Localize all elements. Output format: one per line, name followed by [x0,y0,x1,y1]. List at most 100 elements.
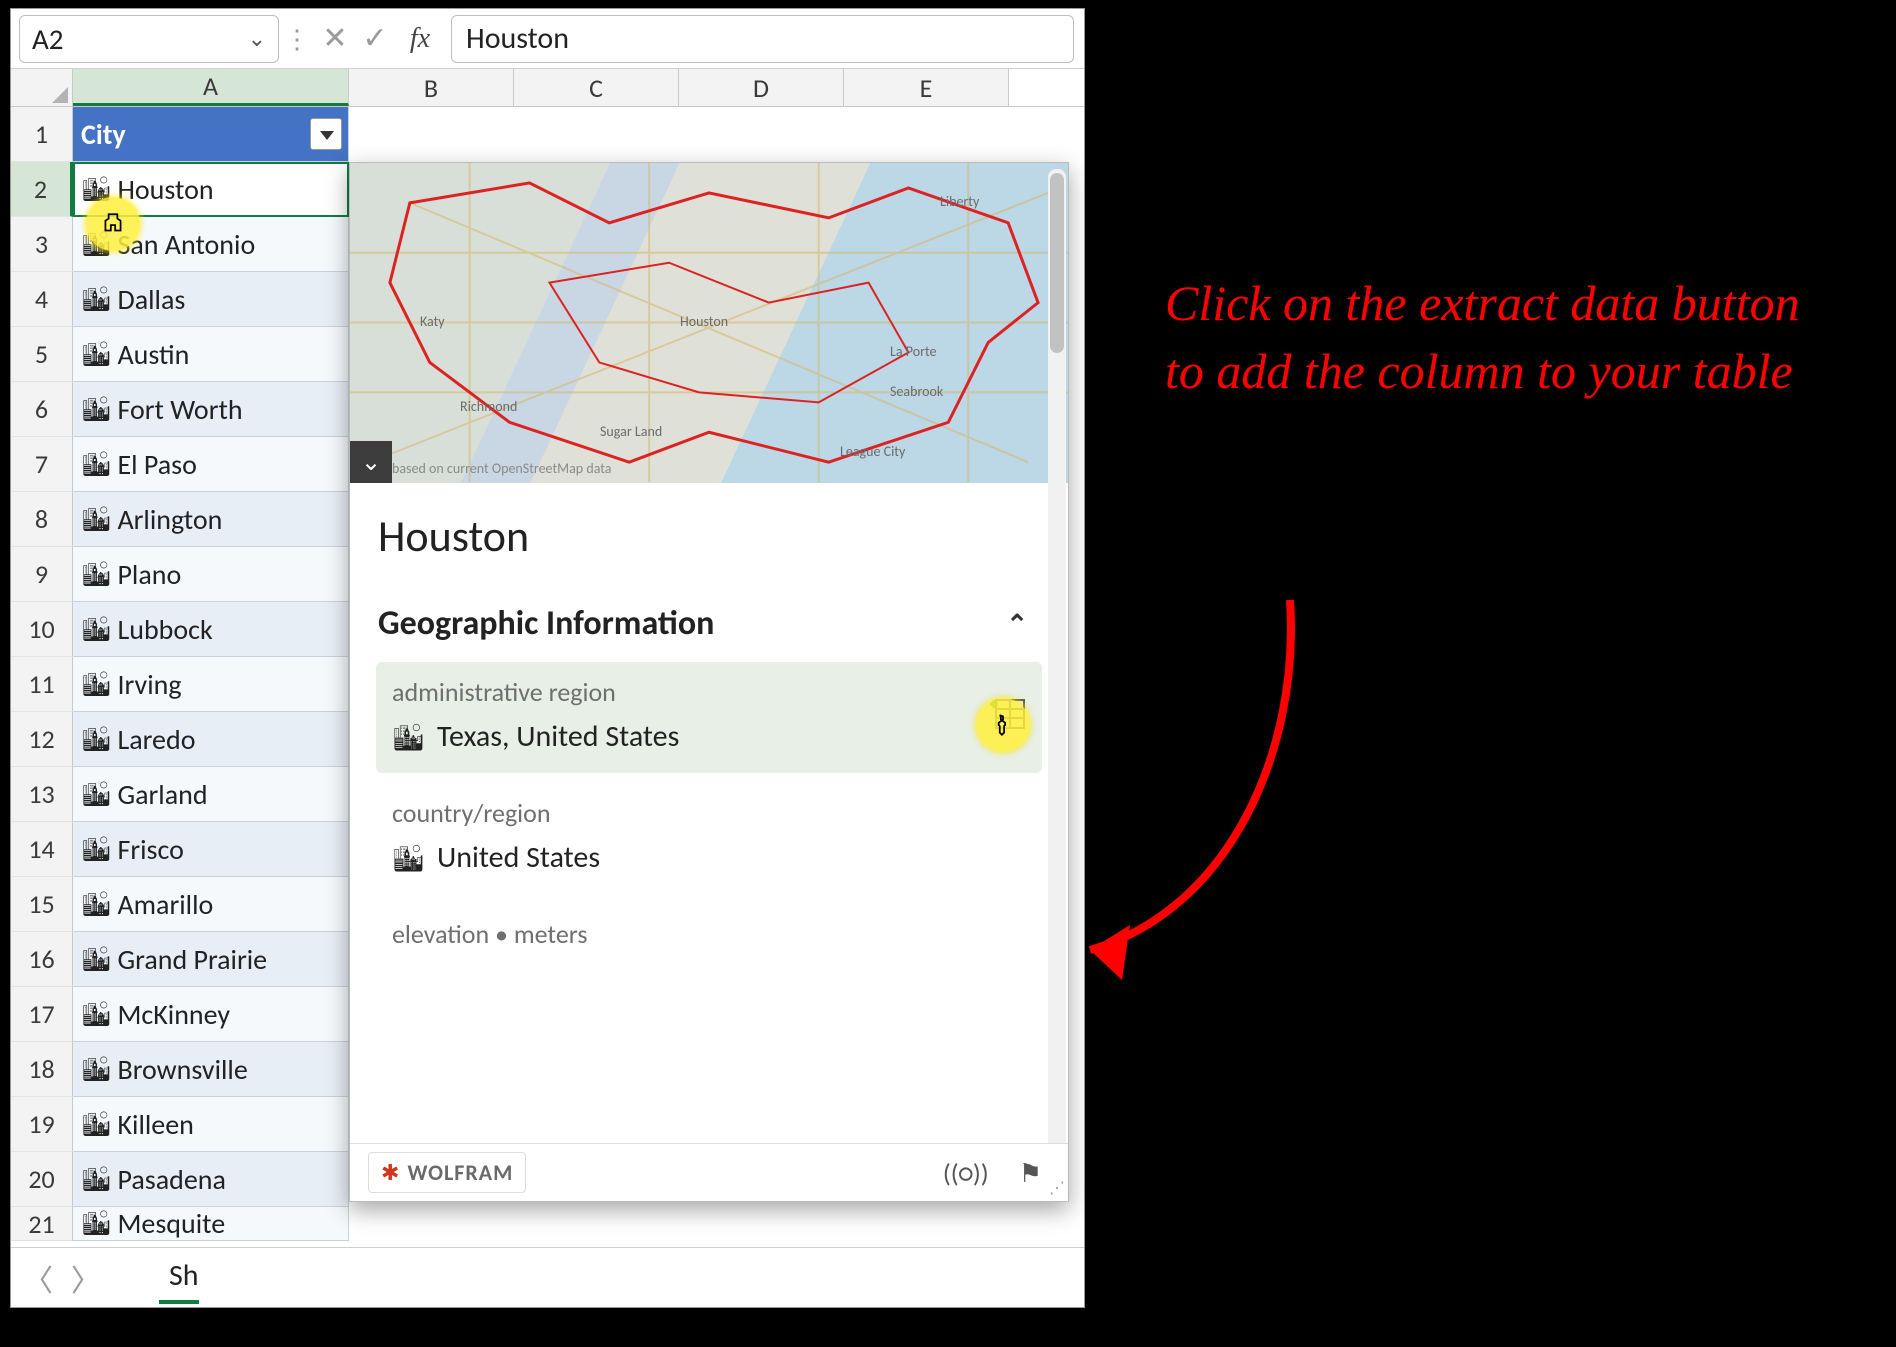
formula-bar: A2 ⌄ ⋮ ✕ ✓ fx Houston [11,9,1084,69]
row-header[interactable]: 12 [11,712,73,767]
resize-handle-icon[interactable]: ⋰ [1049,1178,1065,1198]
field-value: Texas, United States [437,718,679,755]
formula-input[interactable]: Houston [451,15,1074,63]
row-header[interactable]: 18 [11,1042,73,1097]
next-sheet-button[interactable]: 〉 [71,1256,101,1300]
table-row[interactable]: 🏙Fort Worth [73,382,349,437]
row-header[interactable]: 10 [11,602,73,657]
chevron-up-icon[interactable]: ⌃ [1006,608,1028,640]
flag-icon[interactable]: ⚑ [1011,1153,1050,1193]
table-row[interactable]: 🏙Frisco [73,822,349,877]
data-type-card: Houston Liberty Katy La Porte Seabrook S… [349,162,1069,1202]
table-row[interactable]: 🏙Pasadena [73,1152,349,1207]
table-row[interactable]: 🏙Austin [73,327,349,382]
table-row[interactable]: 🏙Garland [73,767,349,822]
geography-icon: 🏙 [81,725,111,754]
row-header[interactable]: 4 [11,272,73,327]
row-header[interactable]: 14 [11,822,73,877]
row-header[interactable]: 3 [11,217,73,272]
sheet-tab[interactable]: Sheet1 [159,1251,199,1304]
cell-value: Frisco [117,832,183,867]
row-header[interactable]: 20 [11,1152,73,1207]
field-elevation[interactable]: elevation • meters [376,904,1042,978]
cell-value: Houston [117,172,213,207]
cell-value: Fort Worth [117,392,242,427]
chevron-down-icon[interactable]: ⌄ [248,25,266,52]
card-section-header[interactable]: Geographic Information ⌃ [378,603,1068,644]
cell-value: El Paso [117,447,196,482]
row-header[interactable]: 11 [11,657,73,712]
card-title: Houston [378,509,1068,563]
table-row[interactable]: 🏙Mesquite [73,1207,349,1241]
prev-sheet-button[interactable]: 〈 [23,1256,53,1300]
cell-value: Irving [117,667,181,702]
table-row[interactable]: 🏙Amarillo [73,877,349,932]
grid-area: 1 City 2 🏙 Houston 3🏙San Antonio 4🏙Dalla… [11,107,1084,1305]
map-place-label: Liberty [940,193,979,210]
cancel-formula-button[interactable]: ✕ [315,20,355,57]
row-header[interactable]: 15 [11,877,73,932]
map-preview[interactable]: Houston Liberty Katy La Porte Seabrook S… [350,163,1068,483]
extract-data-button[interactable] [986,696,1026,730]
row-header[interactable]: 13 [11,767,73,822]
accept-formula-button[interactable]: ✓ [355,20,395,57]
row-header[interactable]: 5 [11,327,73,382]
column-header-A[interactable]: A [73,69,349,106]
row-column-A: 1 City 2 🏙 Houston 3🏙San Antonio 4🏙Dalla… [11,107,349,1241]
field-country-region[interactable]: country/region 🏙 United States [376,783,1042,894]
table-row[interactable]: 🏙San Antonio [73,217,349,272]
geography-icon: 🏙 [81,1110,111,1139]
column-header-C[interactable]: C [514,69,679,106]
row-header[interactable]: 19 [11,1097,73,1152]
table-row[interactable]: 🏙Plano [73,547,349,602]
row-header[interactable]: 21 [11,1207,73,1241]
field-label: country/region [392,797,1026,829]
table-header-label: City [81,117,126,152]
select-all-corner[interactable] [11,69,73,106]
table-row[interactable]: 🏙McKinney [73,987,349,1042]
field-label: elevation • meters [392,918,1026,950]
column-header-B[interactable]: B [349,69,514,106]
field-value: United States [437,839,600,876]
table-row[interactable]: 🏙Laredo [73,712,349,767]
column-header-D[interactable]: D [679,69,844,106]
broadcast-icon[interactable]: ((○)) [935,1153,997,1193]
filter-dropdown-icon[interactable] [310,118,342,150]
row-header[interactable]: 1 [11,107,73,162]
column-header-E[interactable]: E [844,69,1009,106]
table-row[interactable]: 🏙Killeen [73,1097,349,1152]
cell-value: Pasadena [117,1162,225,1197]
table-row[interactable]: 🏙 Houston [73,162,349,217]
table-row[interactable]: 🏙Dallas [73,272,349,327]
fx-icon[interactable]: fx [395,23,445,55]
row-header[interactable]: 17 [11,987,73,1042]
table-row[interactable]: 🏙Lubbock [73,602,349,657]
card-section-label: Geographic Information [378,603,714,644]
table-row[interactable]: 🏙Irving [73,657,349,712]
field-administrative-region[interactable]: administrative region 🏙 Texas, United St… [376,662,1042,773]
row-header[interactable]: 8 [11,492,73,547]
map-place-label: La Porte [890,343,936,360]
row-header[interactable]: 7 [11,437,73,492]
table-row[interactable]: 🏙Grand Prairie [73,932,349,987]
table-row[interactable]: 🏙Arlington [73,492,349,547]
card-footer: ✱ WOLFRAM ((○)) ⚑ ⋰ [350,1143,1068,1201]
geography-icon: 🏙 [81,1000,111,1029]
row-header[interactable]: 6 [11,382,73,437]
wolfram-label: WOLFRAM [407,1159,513,1186]
row-header[interactable]: 16 [11,932,73,987]
collapse-map-button[interactable]: ⌄ [350,441,392,483]
name-box[interactable]: A2 ⌄ [19,15,279,63]
geography-icon: 🏙 [81,230,111,259]
wolfram-badge[interactable]: ✱ WOLFRAM [368,1152,526,1193]
geography-icon: 🏙 [81,340,111,369]
scroll-thumb[interactable] [1050,173,1064,353]
excel-window: A2 ⌄ ⋮ ✕ ✓ fx Houston A B C D E 1 City [10,8,1085,1308]
table-header-cell[interactable]: City [73,107,349,162]
field-label: administrative region [392,676,1026,708]
table-row[interactable]: 🏙El Paso [73,437,349,492]
table-row[interactable]: 🏙Brownsville [73,1042,349,1097]
row-header[interactable]: 2 [11,162,73,217]
row-header[interactable]: 9 [11,547,73,602]
cell-value: Lubbock [117,612,212,647]
